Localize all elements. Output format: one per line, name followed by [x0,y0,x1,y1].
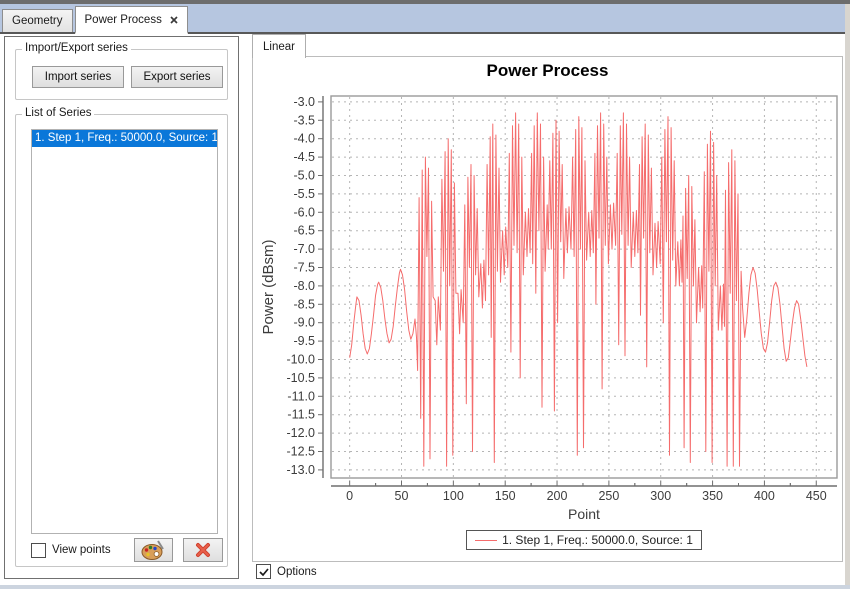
import-export-group-title: Import/Export series [22,42,131,54]
plot-svg: 0 50 100 150 200 250 300 350 400 450 -3.0 -3.5 -4.0 -… [253,57,842,527]
options-checkbox[interactable] [256,564,271,579]
window-right-border [845,4,850,589]
y-tick-label: -8.5 [293,297,315,311]
x-tick-label: 450 [806,489,827,503]
list-of-series-group-title: List of Series [22,107,94,119]
view-points-label: View points [52,544,111,556]
legend-line-swatch [475,540,497,541]
x-tick-label: 250 [598,489,619,503]
chart-legend: 1. Step 1, Freq.: 50000.0, Source: 1 [466,530,702,550]
tab-geometry-label: Geometry [12,15,63,27]
y-tick-label: -10.0 [287,352,316,366]
tab-linear-label: Linear [263,41,295,53]
y-tick-label: -3.5 [293,113,315,127]
y-tick-label: -13.0 [287,463,316,477]
close-icon[interactable] [170,16,178,24]
y-tick-label: -4.0 [293,132,315,146]
y-tick-label: -11.5 [287,408,315,422]
y-axis-title: Power (dBsm) [260,239,277,334]
check-icon [259,567,269,577]
y-tick-label: -12.5 [287,445,316,459]
main-tab-bar: Geometry Power Process [0,4,850,34]
tab-linear[interactable]: Linear [252,34,306,58]
tab-geometry[interactable]: Geometry [2,9,73,32]
color-palette-button[interactable] [134,538,174,562]
y-tick-label: -5.0 [293,168,315,182]
x-tick-label: 150 [495,489,516,503]
x-tick-label: 50 [395,489,409,503]
delete-x-icon [194,541,212,559]
import-series-button[interactable]: Import series [32,66,124,88]
series-sidebar: Import/Export series Import series Expor… [4,36,239,579]
window-bottom-border [0,585,850,589]
x-tick-label: 200 [547,489,568,503]
plot-pane: Power Process 05010015020025030035040045… [252,56,843,562]
legend-series-label: 1. Step 1, Freq.: 50000.0, Source: 1 [502,533,693,547]
x-tick-label: 100 [443,489,464,503]
y-tick-label: -8.0 [293,279,315,293]
y-tick-label: -9.0 [293,316,315,330]
y-tick-label: -3.0 [293,95,315,109]
y-tick-label: -12.0 [287,426,316,440]
tab-power-process-label: Power Process [85,14,162,26]
plot-tab-widget: Linear Power Process 0501001502002503003… [252,34,843,580]
list-item[interactable]: 1. Step 1, Freq.: 50000.0, Source: 1 [32,130,217,147]
import-export-group: Import/Export series Import series Expor… [15,49,228,100]
y-tick-label: -7.0 [293,242,315,256]
y-tick-label: -5.5 [293,187,315,201]
palette-icon [141,540,165,560]
export-series-button[interactable]: Export series [131,66,223,88]
y-tick-label: -6.5 [293,224,315,238]
y-tick-label: -6.0 [293,205,315,219]
options-label: Options [277,566,317,578]
y-tick-label: -9.5 [293,334,315,348]
x-tick-label: 350 [702,489,723,503]
y-tick-label: -10.5 [287,371,316,385]
x-tick-label: 300 [650,489,671,503]
x-axis-title: Point [568,506,600,522]
x-tick-label: 400 [754,489,775,503]
x-tick-label: 0 [346,489,353,503]
tab-power-process[interactable]: Power Process [75,6,188,34]
y-tick-label: -4.5 [293,150,315,164]
delete-series-button[interactable] [183,538,223,562]
y-tick-label: -11.0 [287,389,315,403]
view-points-checkbox[interactable] [31,543,46,558]
y-tick-label: -7.5 [293,260,315,274]
series-list[interactable]: 1. Step 1, Freq.: 50000.0, Source: 1 [31,129,218,534]
list-of-series-group: List of Series 1. Step 1, Freq.: 50000.0… [15,114,228,567]
